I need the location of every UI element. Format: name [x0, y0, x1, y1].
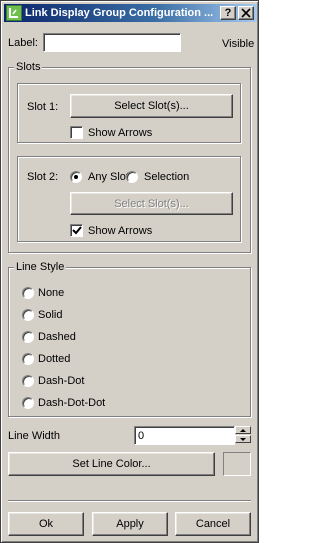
line-color-swatch[interactable] [223, 452, 251, 476]
arrow-up-icon [240, 429, 246, 432]
help-button[interactable]: ? [220, 6, 236, 20]
set-line-color-button[interactable]: Set Line Color... [8, 452, 215, 476]
app-logo-icon [6, 5, 22, 21]
close-button[interactable] [238, 6, 254, 20]
any-slot-label: Any Slot [88, 171, 129, 183]
line-style-none-label: None [38, 287, 65, 299]
label-input[interactable] [43, 33, 181, 52]
line-style-dashed-radio[interactable] [22, 331, 34, 343]
line-style-dotted-label: Dotted [38, 353, 71, 365]
slot2-show-arrows-label: Show Arrows [88, 225, 153, 237]
line-width-label: Line Width [8, 430, 60, 442]
dialog-window: Link Display Group Configuration ... ? L… [0, 0, 259, 543]
line-style-solid-radio[interactable] [22, 309, 34, 321]
line-width-spinner[interactable] [235, 426, 251, 444]
title-bar[interactable]: Link Display Group Configuration ... ? [4, 4, 257, 22]
slot2-show-arrows-checkbox[interactable] [70, 224, 83, 237]
line-style-dash-dot-dot-label: Dash-Dot-Dot [38, 397, 106, 409]
line-style-dash-dot-dot-radio[interactable] [22, 397, 34, 409]
visible-label: Visible [222, 38, 255, 50]
selection-label: Selection [144, 171, 190, 183]
slot1-select-button[interactable]: Select Slot(s)... [70, 94, 233, 118]
slot2-label: Slot 2: [27, 171, 59, 183]
label-field-label: Label: [8, 37, 38, 49]
spin-down-button[interactable] [235, 435, 251, 443]
line-style-group: Line Style None Solid Dashed Dotted Dash… [8, 260, 251, 417]
slots-group-title: Slots [14, 60, 43, 74]
checkmark-icon [72, 226, 82, 235]
line-style-dash-dot-radio[interactable] [22, 375, 34, 387]
line-style-dash-dot-label: Dash-Dot [38, 375, 85, 387]
line-width-input[interactable] [134, 426, 235, 445]
line-style-dotted-radio[interactable] [22, 353, 34, 365]
any-slot-radio[interactable] [70, 171, 82, 183]
slot1-box: Slot 1: Select Slot(s)... Show Arrows [17, 83, 241, 143]
line-style-group-title: Line Style [14, 260, 67, 274]
selection-radio[interactable] [126, 171, 138, 183]
slot1-label: Slot 1: [27, 101, 59, 113]
cancel-button[interactable]: Cancel [175, 512, 251, 536]
footer-separator [8, 500, 251, 502]
line-style-solid-label: Solid [38, 309, 63, 321]
ok-button[interactable]: Ok [8, 512, 84, 536]
slots-group: Slots Slot 1: Select Slot(s)... Show Arr… [8, 60, 251, 253]
line-style-none-radio[interactable] [22, 287, 34, 299]
slot1-show-arrows-label: Show Arrows [88, 127, 153, 139]
slot2-select-button[interactable]: Select Slot(s)... [70, 192, 233, 215]
spin-up-button[interactable] [235, 426, 251, 434]
apply-button[interactable]: Apply [92, 512, 168, 536]
line-style-dashed-label: Dashed [38, 331, 76, 343]
close-icon [241, 8, 251, 18]
slot2-box: Slot 2: Any Slot Selection Select Slot(s… [17, 156, 241, 242]
arrow-down-icon [240, 438, 246, 441]
window-title: Link Display Group Configuration ... [25, 7, 214, 19]
slot1-show-arrows-checkbox[interactable] [70, 126, 83, 139]
